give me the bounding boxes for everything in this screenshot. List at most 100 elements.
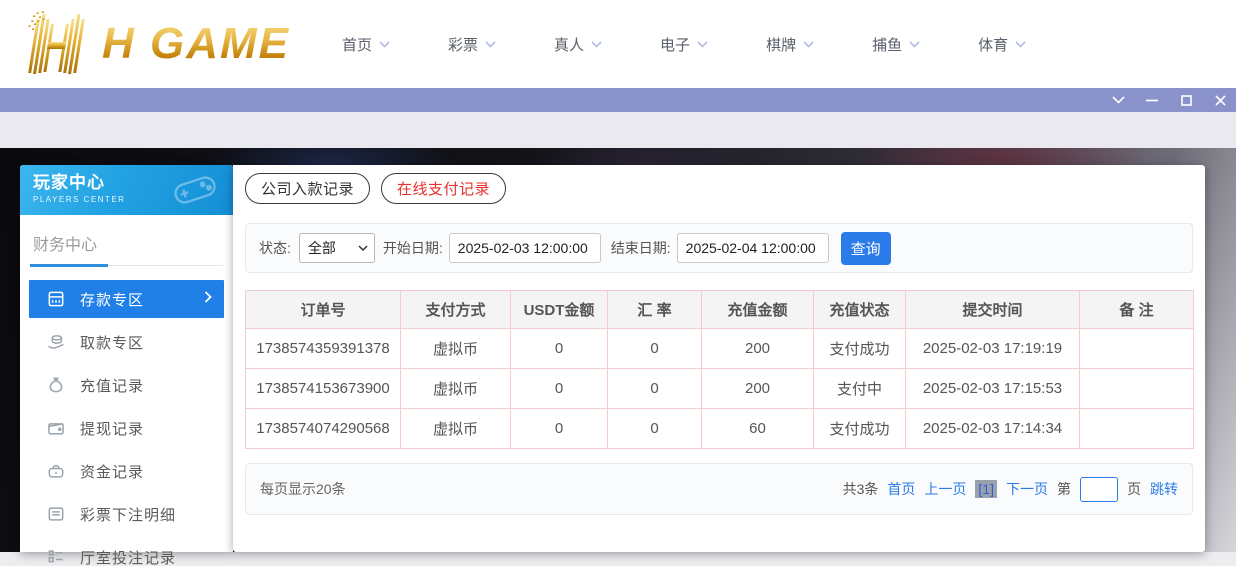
- table-cell: 2025-02-03 17:15:53: [906, 369, 1080, 409]
- records-table: 订单号支付方式USDT金额汇 率充值金额充值状态提交时间备 注 17385743…: [245, 290, 1194, 449]
- sidebar-item-5[interactable]: 彩票下注明细: [29, 495, 224, 533]
- filter-bar: 状态: 全部 开始日期: 结束日期: 查询: [245, 223, 1193, 273]
- sidebar: 玩家中心 PLAYERS CENTER 财务中心 存款专区取款专区充值记录提现记…: [20, 165, 233, 552]
- table-header-row: 订单号支付方式USDT金额汇 率充值金额充值状态提交时间备 注: [246, 291, 1194, 329]
- sidebar-item-0[interactable]: 存款专区: [29, 280, 224, 318]
- status-label: 状态:: [259, 238, 291, 258]
- funds-record-icon: [45, 460, 67, 482]
- chevron-down-icon: [379, 41, 390, 48]
- table-row: 1738574153673900虚拟币00200支付中2025-02-03 17…: [246, 369, 1194, 409]
- pagination-next-link[interactable]: 下一页: [1006, 479, 1048, 499]
- pagination-jump-link[interactable]: 跳转: [1150, 479, 1178, 499]
- table-header-cell: 提交时间: [906, 291, 1080, 329]
- sidebar-item-label: 提现记录: [80, 418, 144, 439]
- table-cell: 200: [702, 329, 814, 369]
- pagination-jump-suffix: 页: [1127, 479, 1141, 499]
- table-header-cell: 备 注: [1080, 291, 1194, 329]
- chevron-down-icon: [909, 41, 920, 48]
- table-body: 1738574359391378虚拟币00200支付成功2025-02-03 1…: [246, 329, 1194, 449]
- logo-text: H GAME: [102, 19, 290, 69]
- nav-item-5[interactable]: 捕鱼: [872, 34, 920, 55]
- sidebar-item-label: 取款专区: [80, 332, 144, 353]
- brand-logo[interactable]: H GAME: [24, 11, 294, 77]
- top-header: H GAME 首页 彩票 真人 电子 棋牌 捕鱼 体育: [0, 0, 1236, 88]
- nav-item-label: 棋牌: [766, 34, 796, 55]
- hall-bets-icon: [45, 546, 67, 566]
- query-button[interactable]: 查询: [841, 232, 891, 265]
- sidebar-item-4[interactable]: 资金记录: [29, 452, 224, 490]
- table-header-cell: 支付方式: [401, 291, 511, 329]
- table-cell: 支付中: [814, 369, 906, 409]
- sidebar-header: 玩家中心 PLAYERS CENTER: [20, 165, 233, 215]
- table-cell: 0: [608, 409, 702, 449]
- table-cell: [1080, 329, 1194, 369]
- tab-0[interactable]: 公司入款记录: [245, 173, 370, 204]
- table-cell: [1080, 369, 1194, 409]
- recharge-record-icon: [45, 374, 67, 396]
- table-header-cell: 充值金额: [702, 291, 814, 329]
- sub-header-band: [0, 112, 1236, 148]
- table-cell: 1738574153673900: [246, 369, 401, 409]
- chevron-right-icon: [204, 290, 212, 308]
- sidebar-item-label: 存款专区: [80, 289, 144, 310]
- minimize-icon[interactable]: [1144, 92, 1160, 108]
- lottery-bets-icon: [45, 503, 67, 525]
- sidebar-item-3[interactable]: 提现记录: [29, 409, 224, 447]
- chevron-down-icon: [485, 41, 496, 48]
- titlebar-chevron-down-icon[interactable]: [1110, 92, 1126, 108]
- nav-item-2[interactable]: 真人: [554, 34, 602, 55]
- table-cell: 0: [608, 369, 702, 409]
- nav-item-6[interactable]: 体育: [978, 34, 1026, 55]
- table-cell: 2025-02-03 17:14:34: [906, 409, 1080, 449]
- nav-item-label: 彩票: [448, 34, 478, 55]
- nav-item-3[interactable]: 电子: [660, 34, 708, 55]
- table-cell: 0: [608, 329, 702, 369]
- table-cell: 200: [702, 369, 814, 409]
- table-cell: 1738574359391378: [246, 329, 401, 369]
- table-cell: 虚拟币: [401, 369, 511, 409]
- table-cell: 0: [511, 329, 608, 369]
- nav-item-0[interactable]: 首页: [342, 34, 390, 55]
- chevron-down-icon: [803, 41, 814, 48]
- pagination-current-page: [1]: [975, 480, 997, 498]
- sidebar-item-label: 充值记录: [80, 375, 144, 396]
- sidebar-menu: 存款专区取款专区充值记录提现记录资金记录彩票下注明细厅室投注记录: [20, 280, 233, 566]
- sidebar-item-label: 资金记录: [80, 461, 144, 482]
- page-size-text: 每页显示20条: [260, 479, 346, 499]
- pagination-jump-prefix: 第: [1057, 479, 1071, 499]
- sidebar-section-header: 财务中心: [30, 215, 223, 266]
- logo-h-mark-icon: [24, 11, 96, 77]
- end-date-input[interactable]: [677, 233, 829, 263]
- status-select[interactable]: 全部: [299, 233, 375, 263]
- close-icon[interactable]: [1212, 92, 1228, 108]
- table-header-cell: USDT金额: [511, 291, 608, 329]
- end-date-label: 结束日期:: [611, 238, 671, 258]
- app: H GAME 首页 彩票 真人 电子 棋牌 捕鱼 体育 玩家中心 PLAYERS CENTE…: [0, 0, 1236, 566]
- start-date-input[interactable]: [449, 233, 601, 263]
- content-panel: 公司入款记录在线支付记录 状态: 全部 开始日期: 结束日期: 查询 订单号支付…: [233, 165, 1205, 552]
- table-row: 1738574074290568虚拟币0060支付成功2025-02-03 17…: [246, 409, 1194, 449]
- pagination-first-link[interactable]: 首页: [887, 479, 915, 499]
- sidebar-item-label: 彩票下注明细: [80, 504, 176, 525]
- table-header-cell: 充值状态: [814, 291, 906, 329]
- table-header-cell: 订单号: [246, 291, 401, 329]
- table-row: 1738574359391378虚拟币00200支付成功2025-02-03 1…: [246, 329, 1194, 369]
- nav-item-label: 真人: [554, 34, 584, 55]
- window-titlebar: [0, 88, 1236, 112]
- maximize-icon[interactable]: [1178, 92, 1194, 108]
- table-cell: 2025-02-03 17:19:19: [906, 329, 1080, 369]
- table-cell: 0: [511, 409, 608, 449]
- tab-1[interactable]: 在线支付记录: [381, 173, 506, 204]
- sidebar-item-2[interactable]: 充值记录: [29, 366, 224, 404]
- nav-item-1[interactable]: 彩票: [448, 34, 496, 55]
- record-tabs: 公司入款记录在线支付记录: [245, 173, 1193, 204]
- sidebar-item-1[interactable]: 取款专区: [29, 323, 224, 361]
- pagination-prev-link[interactable]: 上一页: [924, 479, 966, 499]
- page-jump-input[interactable]: [1080, 477, 1118, 502]
- chevron-down-icon: [1015, 41, 1026, 48]
- table-cell: 60: [702, 409, 814, 449]
- select-caret-icon: [358, 245, 368, 251]
- sidebar-item-6[interactable]: 厅室投注记录: [29, 538, 224, 566]
- nav-item-4[interactable]: 棋牌: [766, 34, 814, 55]
- main-nav: 首页 彩票 真人 电子 棋牌 捕鱼 体育: [342, 34, 1026, 55]
